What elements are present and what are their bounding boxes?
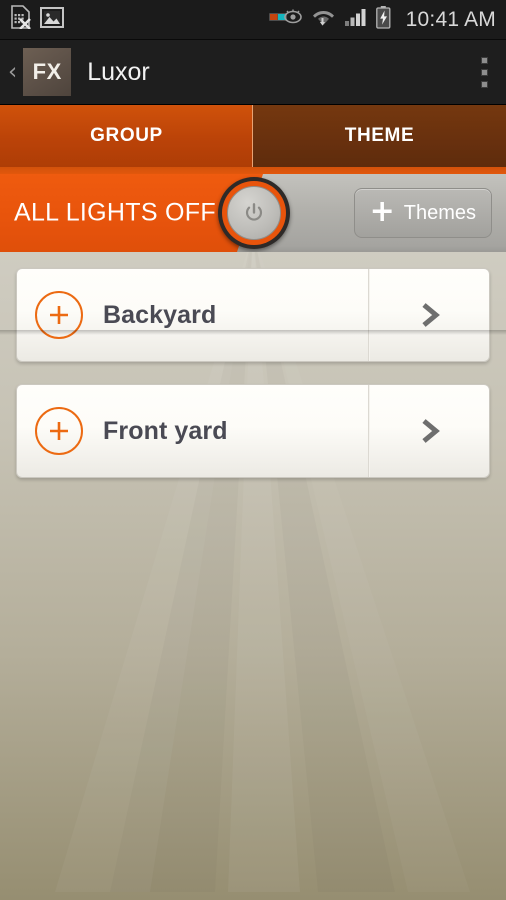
tab-group-label: GROUP [90,125,163,146]
list-item[interactable]: Front yard [16,384,490,478]
app-logo[interactable]: FX [23,48,72,96]
toggle-accent-ring [222,181,286,245]
overflow-dot [481,56,488,64]
add-themes-label: Themes [403,201,476,224]
plus-circle-icon[interactable] [35,291,83,339]
group-item-main[interactable]: Backyard [17,269,369,361]
gallery-image-icon [40,6,64,33]
overflow-dot [481,80,488,88]
wifi-signal-icon [312,6,335,33]
page-title: Luxor [87,57,150,86]
toggle-knob [227,186,281,240]
group-list: Backyard Front yard [0,252,506,900]
back-button[interactable]: ‹ [6,60,23,84]
cellular-signal-icon [344,7,367,32]
sim-card-removed-icon [10,5,31,34]
list-item[interactable]: Backyard [16,268,490,362]
smart-stay-eye-icon [268,7,303,32]
group-name: Backyard [103,300,217,329]
tab-theme[interactable]: THEME [253,105,506,167]
control-bar: ALL LIGHTS OFF + Themes [0,174,506,252]
plus-icon: + [369,193,395,229]
chevron-right-icon[interactable] [369,269,489,361]
tab-theme-label: THEME [344,125,415,146]
status-bar-clock: 10:41 AM [405,7,496,31]
status-bar: 10:41 AM [0,0,506,40]
status-bar-left-icons [10,5,64,34]
chevron-right-icon[interactable] [369,385,489,477]
group-name: Front yard [103,416,228,445]
add-themes-button[interactable]: + Themes [353,188,492,238]
battery-charging-icon [375,5,391,34]
all-lights-toggle-label: ALL LIGHTS OFF [14,198,216,227]
tab-bar: GROUP THEME [0,105,506,167]
group-item-main[interactable]: Front yard [17,385,369,477]
plus-circle-icon[interactable] [35,407,83,455]
all-lights-toggle[interactable] [218,177,290,249]
overflow-dot [481,68,488,76]
status-bar-right-icons: 10:41 AM [268,5,496,34]
app-root: 10:41 AM ‹ FX Luxor GROUP THEME ALL LIGH… [0,0,506,900]
tab-indicator [0,167,506,174]
tab-group[interactable]: GROUP [0,105,253,167]
power-icon [246,203,262,221]
action-bar: ‹ FX Luxor [0,40,506,105]
overflow-menu-icon[interactable] [481,56,488,88]
